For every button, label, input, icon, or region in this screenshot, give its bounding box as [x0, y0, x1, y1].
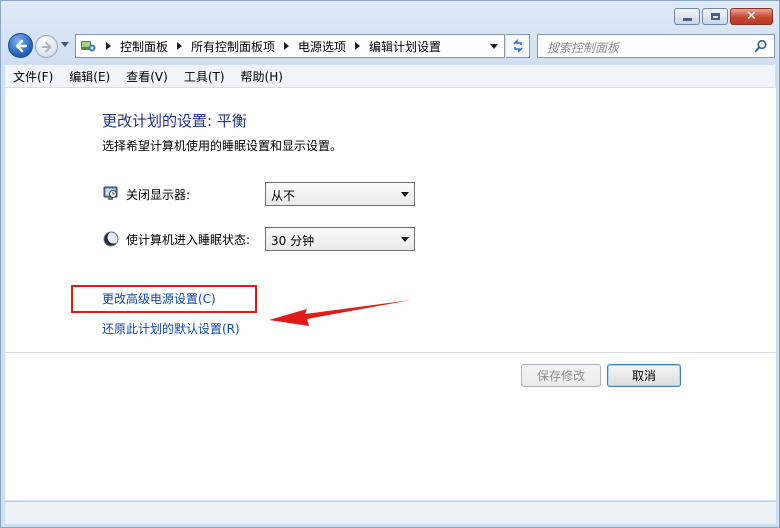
display-off-value: 从不 — [271, 189, 296, 203]
window: ✕ 控制面板 所有控制面板项 电源选项 编辑计划设置 搜索控制面板 文件(F) … — [0, 0, 780, 528]
breadcrumb-separator-icon[interactable] — [106, 42, 111, 50]
refresh-button[interactable] — [506, 34, 530, 58]
recent-pages-dropdown-icon[interactable] — [61, 42, 69, 47]
breadcrumb-item-power-options[interactable]: 电源选项 — [298, 38, 346, 55]
display-off-select[interactable]: 从不 — [265, 182, 415, 206]
sleep-label: 使计算机进入睡眠状态: — [126, 232, 251, 247]
close-icon: ✕ — [746, 9, 757, 24]
menu-file[interactable]: 文件(F) — [5, 68, 61, 85]
main-content: 更改计划的设置: 平衡 选择希望计算机使用的睡眠设置和显示设置。 关闭显示器: … — [5, 88, 776, 500]
page-title: 更改计划的设置: 平衡 — [102, 112, 247, 130]
breadcrumb-separator-icon[interactable] — [177, 42, 183, 50]
forward-button[interactable] — [35, 35, 58, 58]
refresh-icon — [512, 39, 523, 53]
breadcrumb-item-edit-plan[interactable]: 编辑计划设置 — [369, 38, 441, 55]
chevron-down-icon — [401, 237, 409, 242]
cancel-button[interactable]: 取消 — [607, 364, 681, 387]
address-dropdown-icon[interactable] — [490, 44, 498, 49]
status-bar — [5, 501, 776, 524]
menu-view[interactable]: 查看(V) — [118, 68, 176, 85]
maximize-icon — [710, 13, 720, 20]
breadcrumb: 控制面板 所有控制面板项 电源选项 编辑计划设置 — [97, 38, 441, 55]
navigation-bar: 控制面板 所有控制面板项 电源选项 编辑计划设置 搜索控制面板 — [1, 31, 779, 61]
search-box[interactable]: 搜索控制面板 — [537, 34, 775, 58]
sleep-setting-row: 使计算机进入睡眠状态: — [102, 227, 250, 251]
breadcrumb-separator-icon[interactable] — [355, 42, 361, 50]
menu-edit[interactable]: 编辑(E) — [61, 68, 118, 85]
monitor-off-icon — [103, 186, 118, 200]
display-setting-row: 关闭显示器: — [102, 182, 190, 206]
breadcrumb-item-control-panel[interactable]: 控制面板 — [120, 38, 168, 55]
breadcrumb-item-all-items[interactable]: 所有控制面板项 — [191, 38, 275, 55]
divider — [5, 352, 776, 353]
close-button[interactable]: ✕ — [730, 8, 773, 25]
control-panel-icon — [81, 41, 96, 52]
search-icon[interactable] — [754, 39, 768, 53]
restore-defaults-link[interactable]: 还原此计划的默认设置(R) — [102, 320, 240, 337]
save-changes-button[interactable]: 保存修改 — [521, 364, 601, 387]
menu-bar: 文件(F) 编辑(E) 查看(V) 工具(T) 帮助(H) — [5, 65, 775, 88]
back-arrow-icon — [15, 39, 27, 52]
caption-buttons: ✕ — [674, 8, 773, 25]
minimize-icon — [682, 17, 692, 21]
chevron-down-icon — [401, 192, 409, 197]
address-bar[interactable]: 控制面板 所有控制面板项 电源选项 编辑计划设置 — [75, 34, 505, 58]
sleep-select[interactable]: 30 分钟 — [265, 227, 415, 251]
search-placeholder: 搜索控制面板 — [547, 41, 620, 55]
minimize-button[interactable] — [674, 8, 700, 25]
annotation-highlight-box — [71, 285, 257, 313]
page-subtitle: 选择希望计算机使用的睡眠设置和显示设置。 — [102, 139, 343, 153]
annotation-arrow-icon — [269, 300, 411, 326]
display-off-label: 关闭显示器: — [126, 187, 191, 202]
menu-tools[interactable]: 工具(T) — [176, 68, 233, 85]
sleep-moon-icon — [103, 231, 120, 247]
back-button[interactable] — [8, 33, 33, 58]
maximize-button[interactable] — [702, 8, 728, 25]
menu-help[interactable]: 帮助(H) — [233, 68, 291, 85]
sleep-value: 30 分钟 — [271, 234, 315, 248]
breadcrumb-separator-icon[interactable] — [284, 42, 290, 50]
forward-arrow-icon — [41, 41, 51, 52]
